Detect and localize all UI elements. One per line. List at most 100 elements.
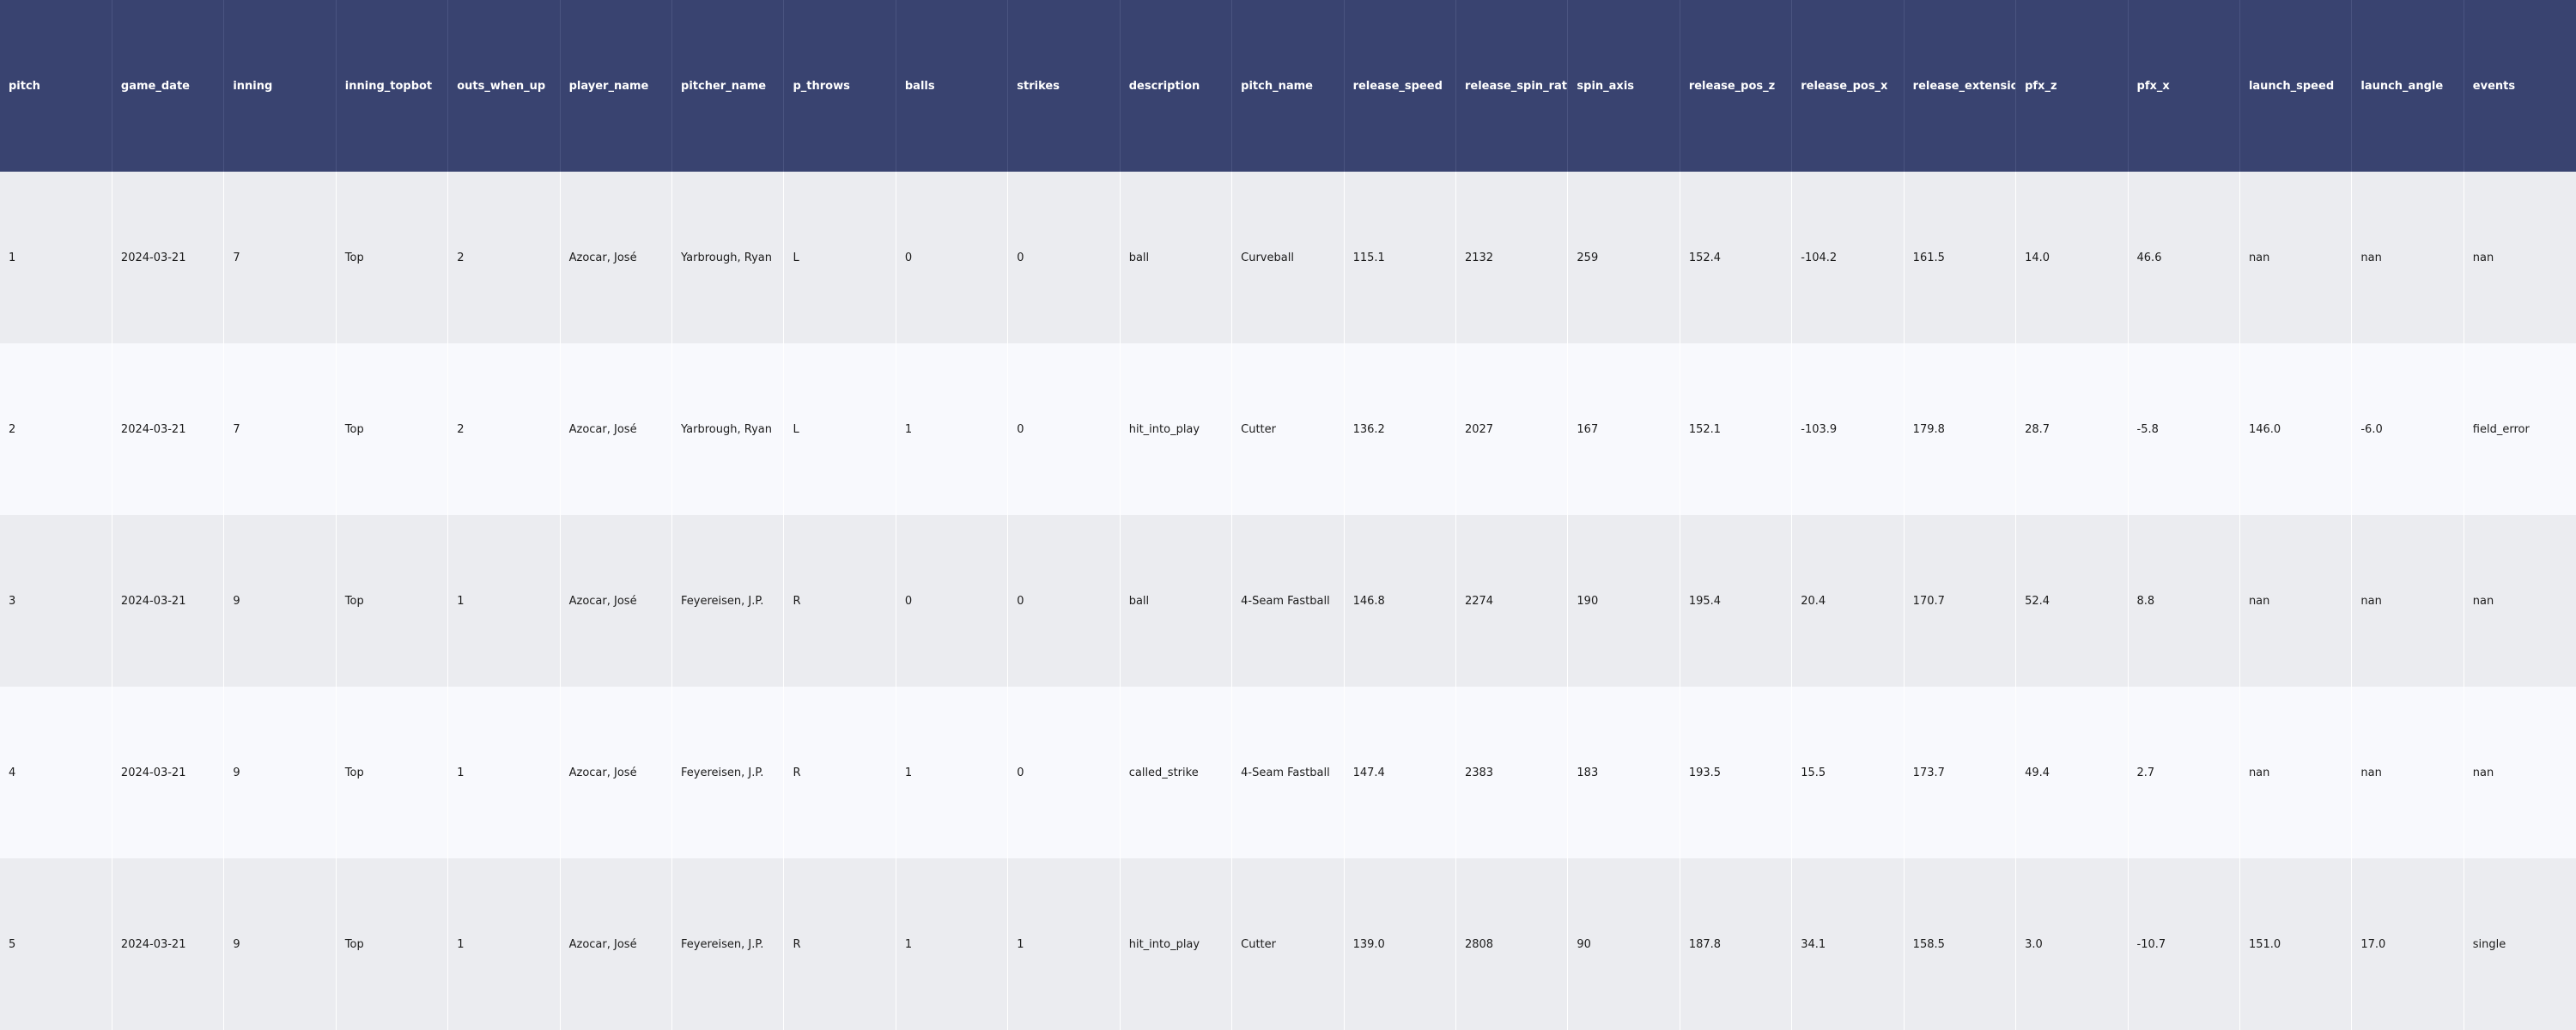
column-header[interactable]: balls: [896, 0, 1009, 172]
column-header[interactable]: strikes: [1007, 0, 1121, 172]
table-cell: Top: [336, 687, 449, 858]
table-cell: 167: [1567, 343, 1680, 515]
table-cell: 1: [896, 687, 1009, 858]
table-cell: 1: [447, 687, 561, 858]
table-cell: 2: [447, 343, 561, 515]
table-cell: Top: [336, 515, 449, 687]
table-header-row: pitch game_date inning inning_topbot outs_wh…: [0, 0, 2576, 172]
table-cell: 1: [0, 172, 112, 343]
table-cell: Feyereisen, J.P.: [671, 515, 785, 687]
table-cell: Azocar, José: [560, 172, 673, 343]
column-header[interactable]: game_date: [112, 0, 225, 172]
table-cell: called_strike: [1120, 687, 1233, 858]
table-cell: 1: [447, 858, 561, 1030]
column-header[interactable]: events: [2464, 0, 2576, 172]
table-row[interactable]: 3 2024-03-21 9 Top 1 Azocar, José Feyereisen, …: [0, 515, 2576, 687]
table-cell: 4-Seam Fastball: [1231, 515, 1345, 687]
table-cell: 9: [223, 858, 337, 1030]
table-cell: 7: [223, 343, 337, 515]
table-cell: 193.5: [1680, 687, 1793, 858]
column-header[interactable]: release_pos_z: [1680, 0, 1793, 172]
column-header[interactable]: player_name: [560, 0, 673, 172]
table-cell: Feyereisen, J.P.: [671, 858, 785, 1030]
table-cell: 3: [0, 515, 112, 687]
table-row[interactable]: 5 2024-03-21 9 Top 1 Azocar, José Feyereisen, …: [0, 858, 2576, 1030]
column-header[interactable]: outs_when_up: [447, 0, 561, 172]
column-header[interactable]: release_pos_x: [1791, 0, 1905, 172]
column-header[interactable]: spin_axis: [1567, 0, 1680, 172]
table-cell: 2024-03-21: [112, 858, 225, 1030]
pitch-data-table: pitch game_date inning inning_topbot outs_wh…: [0, 0, 2576, 1030]
column-header[interactable]: description: [1120, 0, 1233, 172]
table-cell: nan: [2464, 687, 2576, 858]
table-cell: 2132: [1455, 172, 1569, 343]
table-cell: 2: [0, 343, 112, 515]
table-cell: 0: [1007, 172, 1121, 343]
table-row[interactable]: 2 2024-03-21 7 Top 2 Azocar, José Yarbrough, R…: [0, 343, 2576, 515]
table-cell: 158.5: [1904, 858, 2017, 1030]
table-cell: ball: [1120, 172, 1233, 343]
column-header[interactable]: pfx_x: [2128, 0, 2240, 172]
table-body: 1 2024-03-21 7 Top 2 Azocar, José Yarbrough, R…: [0, 172, 2576, 1030]
table-cell: Top: [336, 343, 449, 515]
column-header[interactable]: launch_speed: [2239, 0, 2353, 172]
table-cell: Top: [336, 858, 449, 1030]
table-cell: Yarbrough, Ryan: [671, 172, 785, 343]
table-cell: nan: [2351, 172, 2464, 343]
table-cell: 90: [1567, 858, 1680, 1030]
column-header[interactable]: launch_angle: [2351, 0, 2464, 172]
table-cell: 3.0: [2015, 858, 2129, 1030]
table-cell: 1: [1007, 858, 1121, 1030]
table-cell: 9: [223, 515, 337, 687]
table-cell: 52.4: [2015, 515, 2129, 687]
table-cell: 0: [896, 172, 1009, 343]
table-cell: 2024-03-21: [112, 343, 225, 515]
table-cell: 147.4: [1344, 687, 1456, 858]
table-cell: -103.9: [1791, 343, 1905, 515]
table-cell: 5: [0, 858, 112, 1030]
column-header[interactable]: pitcher_name: [671, 0, 785, 172]
table-cell: R: [783, 687, 896, 858]
column-header[interactable]: release_extension: [1904, 0, 2017, 172]
table-cell: Feyereisen, J.P.: [671, 687, 785, 858]
table-cell: -6.0: [2351, 343, 2464, 515]
table-cell: 15.5: [1791, 687, 1905, 858]
table-cell: nan: [2464, 172, 2576, 343]
table-cell: 4: [0, 687, 112, 858]
table-cell: 146.8: [1344, 515, 1456, 687]
table-cell: Azocar, José: [560, 515, 673, 687]
table-cell: 259: [1567, 172, 1680, 343]
table-cell: 20.4: [1791, 515, 1905, 687]
table-cell: 152.4: [1680, 172, 1793, 343]
table-cell: ball: [1120, 515, 1233, 687]
column-header[interactable]: pitch_name: [1231, 0, 1345, 172]
table-cell: Top: [336, 172, 449, 343]
table-cell: nan: [2239, 687, 2353, 858]
table-cell: 9: [223, 687, 337, 858]
table-cell: 1: [896, 343, 1009, 515]
table-cell: nan: [2239, 515, 2353, 687]
column-header[interactable]: release_spin_rate: [1455, 0, 1569, 172]
column-header[interactable]: p_throws: [783, 0, 896, 172]
table-cell: 2024-03-21: [112, 515, 225, 687]
column-header[interactable]: release_speed: [1344, 0, 1456, 172]
table-cell: 170.7: [1904, 515, 2017, 687]
table-cell: 183: [1567, 687, 1680, 858]
table-cell: 46.6: [2128, 172, 2240, 343]
table-cell: 2027: [1455, 343, 1569, 515]
table-cell: 0: [1007, 687, 1121, 858]
table-cell: hit_into_play: [1120, 858, 1233, 1030]
table-cell: 1: [447, 515, 561, 687]
table-cell: 195.4: [1680, 515, 1793, 687]
table-row[interactable]: 4 2024-03-21 9 Top 1 Azocar, José Feyereisen, …: [0, 687, 2576, 858]
column-header[interactable]: pitch: [0, 0, 112, 172]
table-cell: 179.8: [1904, 343, 2017, 515]
table-row[interactable]: 1 2024-03-21 7 Top 2 Azocar, José Yarbrough, R…: [0, 172, 2576, 343]
table-cell: 2: [447, 172, 561, 343]
column-header[interactable]: inning_topbot: [336, 0, 449, 172]
table-cell: hit_into_play: [1120, 343, 1233, 515]
column-header[interactable]: inning: [223, 0, 337, 172]
table-cell: field_error: [2464, 343, 2576, 515]
column-header[interactable]: pfx_z: [2015, 0, 2129, 172]
table-cell: R: [783, 858, 896, 1030]
